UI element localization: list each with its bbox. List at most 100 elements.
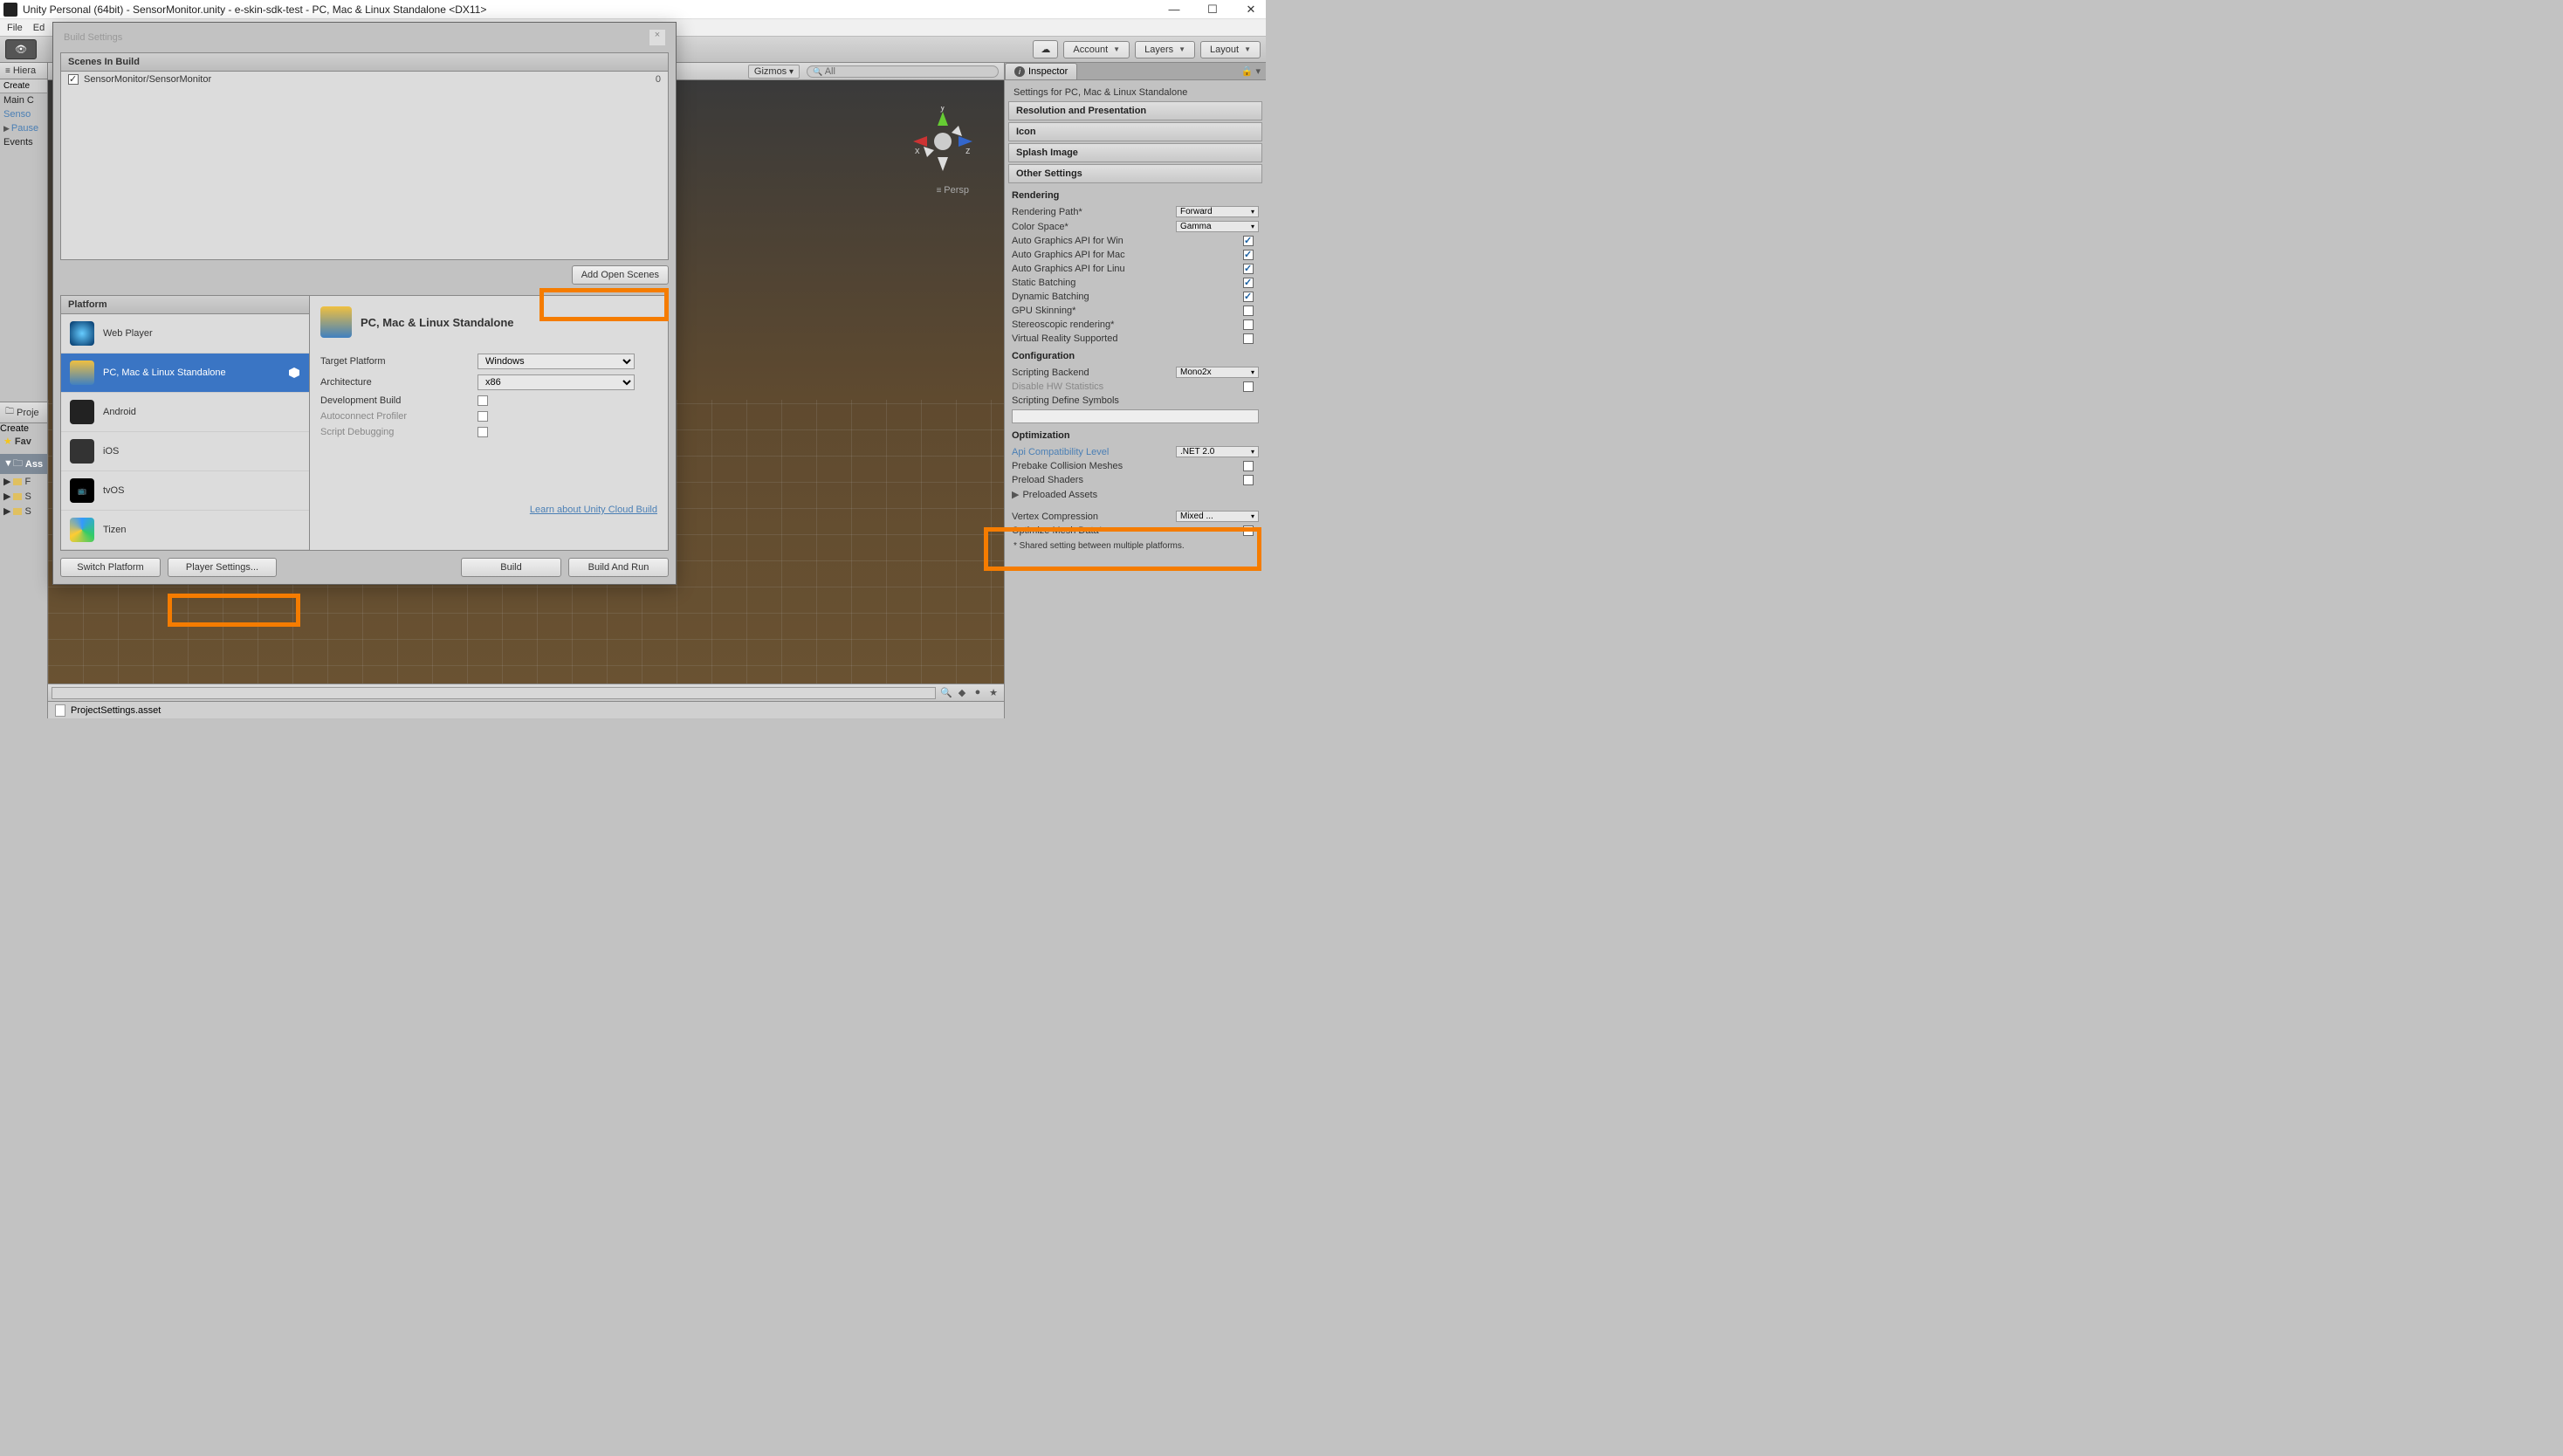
folder-row[interactable]: ▶S bbox=[0, 489, 47, 504]
hierarchy-item[interactable]: Main C bbox=[0, 93, 47, 107]
platform-big-icon bbox=[320, 306, 352, 338]
account-dropdown[interactable]: Account▼ bbox=[1063, 41, 1130, 58]
checkbox[interactable] bbox=[1243, 381, 1254, 392]
prop-scripting-backend: Scripting BackendMono2x bbox=[1008, 365, 1262, 380]
platform-list: Platform Web Player PC, Mac & Linux Stan… bbox=[61, 296, 310, 550]
toggle-view-button[interactable]: 👁 bbox=[5, 39, 37, 59]
checkbox[interactable] bbox=[1243, 292, 1254, 302]
scripting-backend-dropdown[interactable]: Mono2x bbox=[1176, 367, 1259, 378]
platform-ios[interactable]: iOS bbox=[61, 432, 309, 471]
hierarchy-tab[interactable]: ≡ Hiera bbox=[0, 63, 47, 79]
hierarchy-create[interactable]: Create bbox=[0, 79, 47, 93]
build-and-run-button[interactable]: Build And Run bbox=[568, 558, 669, 577]
add-open-scenes-button[interactable]: Add Open Scenes bbox=[572, 265, 669, 285]
menu-file[interactable]: File bbox=[7, 23, 23, 33]
lock-icon[interactable]: 🔒 ▾ bbox=[1236, 65, 1266, 77]
checkbox[interactable] bbox=[1243, 475, 1254, 485]
dialog-title: Build Settings bbox=[64, 32, 122, 43]
architecture-select[interactable]: x86 bbox=[478, 374, 635, 390]
build-settings-dialog: Build Settings × Scenes In Build SensorM… bbox=[52, 22, 677, 585]
scene-row[interactable]: SensorMonitor/SensorMonitor 0 bbox=[61, 72, 668, 87]
checkbox[interactable] bbox=[1243, 278, 1254, 288]
folder-row[interactable]: ▶F bbox=[0, 474, 47, 489]
scene-checkbox[interactable] bbox=[68, 74, 79, 85]
assets-folder[interactable]: ▼🗀 Ass bbox=[0, 454, 47, 474]
favorites-row[interactable]: ★Fav bbox=[0, 434, 47, 449]
api-compat-dropdown[interactable]: .NET 2.0 bbox=[1176, 446, 1259, 457]
project-tab[interactable]: 🗀 Proje bbox=[0, 402, 47, 423]
file-icon bbox=[55, 704, 65, 717]
checkbox[interactable] bbox=[1243, 319, 1254, 330]
section-resolution[interactable]: Resolution and Presentation bbox=[1008, 101, 1262, 120]
dev-build-checkbox[interactable] bbox=[478, 395, 488, 406]
prop-auto-win: Auto Graphics API for Win bbox=[1008, 234, 1262, 248]
scene-search[interactable]: 🔍 All bbox=[807, 65, 999, 78]
checkbox[interactable] bbox=[1243, 250, 1254, 260]
autoconnect-checkbox bbox=[478, 411, 488, 422]
star-icon[interactable]: ★ bbox=[986, 687, 1000, 698]
prop-vertex-comp: Vertex CompressionMixed ... bbox=[1008, 509, 1262, 524]
checkbox[interactable] bbox=[1243, 333, 1254, 344]
platform-scroll[interactable]: Web Player PC, Mac & Linux Standalone An… bbox=[61, 314, 309, 550]
maximize-button[interactable]: ☐ bbox=[1201, 3, 1224, 17]
autoconnect-row: Autoconnect Profiler bbox=[320, 411, 657, 422]
scenes-list[interactable]: SensorMonitor/SensorMonitor 0 bbox=[61, 72, 668, 259]
vertex-comp-dropdown[interactable]: Mixed ... bbox=[1176, 511, 1259, 522]
prop-static-batch: Static Batching bbox=[1008, 276, 1262, 290]
orientation-gizmo[interactable]: z x y bbox=[908, 106, 978, 176]
inspector-tab[interactable]: iInspector bbox=[1005, 63, 1077, 79]
rendering-path-dropdown[interactable]: Forward bbox=[1176, 206, 1259, 217]
platform-tizen[interactable]: Tizen bbox=[61, 511, 309, 550]
search-icon[interactable]: 🔍 bbox=[939, 687, 953, 698]
platform-tvos[interactable]: 📺tvOS bbox=[61, 471, 309, 511]
folder-row[interactable]: ▶S bbox=[0, 504, 47, 519]
section-other[interactable]: Other Settings bbox=[1008, 164, 1262, 183]
hierarchy-item[interactable]: ▶Pause bbox=[0, 121, 47, 135]
layout-dropdown[interactable]: Layout▼ bbox=[1200, 41, 1261, 58]
prop-api-compat: Api Compatibility Level.NET 2.0 bbox=[1008, 444, 1262, 459]
prop-preloaded-assets[interactable]: ▶Preloaded Assets bbox=[1008, 487, 1262, 502]
project-create[interactable]: Create bbox=[0, 423, 47, 434]
layers-dropdown[interactable]: Layers▼ bbox=[1135, 41, 1195, 58]
cloud-build-link[interactable]: Learn about Unity Cloud Build bbox=[530, 505, 657, 515]
player-settings-button[interactable]: Player Settings... bbox=[168, 558, 277, 577]
filter-icon[interactable]: ◆ bbox=[955, 687, 969, 698]
path-field[interactable] bbox=[52, 687, 936, 699]
prop-vr: Virtual Reality Supported bbox=[1008, 332, 1262, 346]
dialog-close-button[interactable]: × bbox=[649, 30, 665, 45]
target-platform-select[interactable]: Windows bbox=[478, 354, 635, 369]
architecture-row: Architecture x86 bbox=[320, 374, 657, 390]
minimize-button[interactable]: — bbox=[1163, 3, 1185, 17]
label-icon[interactable]: ● bbox=[971, 687, 985, 698]
dialog-title-bar[interactable]: Build Settings × bbox=[53, 23, 676, 52]
checkbox[interactable] bbox=[1243, 525, 1254, 536]
checkbox[interactable] bbox=[1243, 306, 1254, 316]
checkbox[interactable] bbox=[1243, 264, 1254, 274]
switch-platform-button[interactable]: Switch Platform bbox=[60, 558, 161, 577]
svg-text:y: y bbox=[940, 106, 945, 113]
platform-web-player[interactable]: Web Player bbox=[61, 314, 309, 354]
section-icon[interactable]: Icon bbox=[1008, 122, 1262, 141]
hierarchy-item[interactable]: Senso bbox=[0, 107, 47, 121]
platforms-panel: Platform Web Player PC, Mac & Linux Stan… bbox=[60, 295, 669, 551]
color-space-dropdown[interactable]: Gamma bbox=[1176, 221, 1259, 232]
platform-pc-mac-linux[interactable]: PC, Mac & Linux Standalone bbox=[61, 354, 309, 393]
projection-label[interactable]: ≡ Persp bbox=[937, 185, 969, 196]
platform-android[interactable]: Android bbox=[61, 393, 309, 432]
section-splash[interactable]: Splash Image bbox=[1008, 143, 1262, 162]
prop-auto-lin: Auto Graphics API for Linu bbox=[1008, 262, 1262, 276]
prop-disable-hw: Disable HW Statistics bbox=[1008, 380, 1262, 394]
checkbox[interactable] bbox=[1243, 461, 1254, 471]
define-symbols-input[interactable] bbox=[1012, 409, 1259, 423]
menu-edit[interactable]: Ed bbox=[33, 23, 45, 33]
close-button[interactable]: ✕ bbox=[1240, 3, 1262, 17]
rendering-title: Rendering bbox=[1008, 185, 1262, 204]
hierarchy-item[interactable]: Events bbox=[0, 135, 47, 149]
target-platform-row: Target Platform Windows bbox=[320, 354, 657, 369]
checkbox[interactable] bbox=[1243, 236, 1254, 246]
platform-big-title: PC, Mac & Linux Standalone bbox=[361, 316, 514, 329]
build-button[interactable]: Build bbox=[461, 558, 561, 577]
gizmos-dropdown[interactable]: Gizmos ▾ bbox=[748, 65, 800, 79]
cloud-button[interactable]: ☁ bbox=[1033, 40, 1058, 58]
scene-index: 0 bbox=[656, 74, 661, 85]
